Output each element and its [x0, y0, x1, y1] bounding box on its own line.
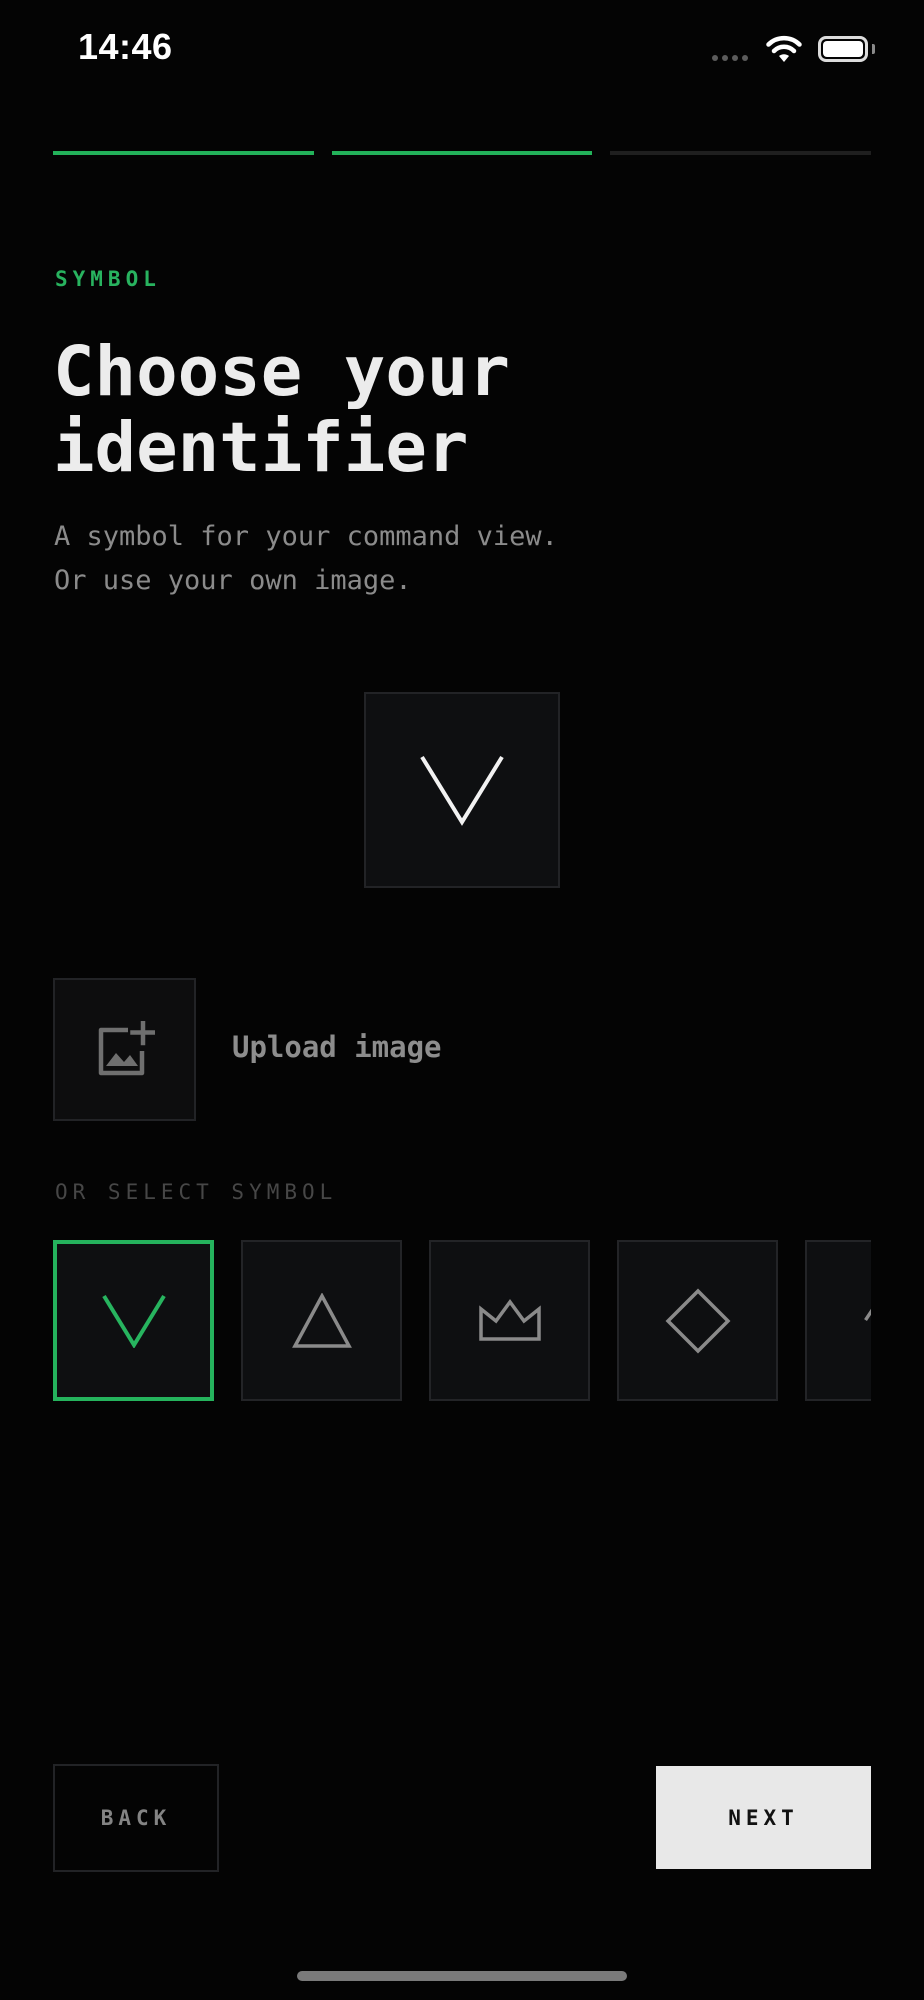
home-indicator	[297, 1971, 627, 1981]
chevron-down-icon	[420, 755, 504, 826]
page-title-line-1: Choose your	[53, 332, 510, 412]
subtitle-line-1: A symbol for your command view.	[54, 521, 558, 552]
symbol-option-chevron[interactable]	[53, 1240, 214, 1401]
crown-icon	[478, 1298, 541, 1341]
symbol-strip[interactable]	[53, 1240, 871, 1402]
add-photo-icon	[98, 1020, 155, 1075]
page-subtitle: A symbol for your command view. Or use y…	[54, 515, 874, 603]
partial-symbol-icon	[864, 1308, 871, 1321]
battery-cap	[872, 44, 875, 54]
subtitle-line-2: Or use your own image.	[54, 565, 412, 596]
symbol-preview	[364, 692, 560, 888]
symbol-option-partial[interactable]	[805, 1240, 871, 1401]
upload-image-button[interactable]	[53, 978, 196, 1121]
battery-icon	[818, 36, 868, 62]
progress-step-2	[331, 151, 593, 155]
wifi-icon	[766, 35, 802, 62]
step-eyebrow: SYMBOL	[55, 267, 161, 291]
progress-step-3	[610, 151, 872, 155]
symbol-option-triangle[interactable]	[241, 1240, 402, 1401]
select-symbol-label: OR SELECT SYMBOL	[55, 1180, 338, 1204]
next-button[interactable]: NEXT	[656, 1766, 871, 1869]
chevron-down-icon	[101, 1294, 166, 1348]
upload-image-label[interactable]: Upload image	[232, 1030, 442, 1064]
symbol-option-crown[interactable]	[429, 1240, 590, 1401]
progress-step-1	[53, 151, 314, 155]
step-progress	[53, 151, 872, 155]
status-time: 14:46	[78, 26, 173, 67]
page-title: Choose your identifier	[53, 334, 873, 486]
page-title-line-2: identifier	[53, 408, 469, 488]
triangle-icon	[291, 1292, 352, 1348]
symbol-option-diamond[interactable]	[617, 1240, 778, 1401]
diamond-icon	[665, 1288, 730, 1353]
back-button[interactable]: BACK	[53, 1764, 219, 1872]
cellular-signal-icon	[712, 55, 748, 61]
